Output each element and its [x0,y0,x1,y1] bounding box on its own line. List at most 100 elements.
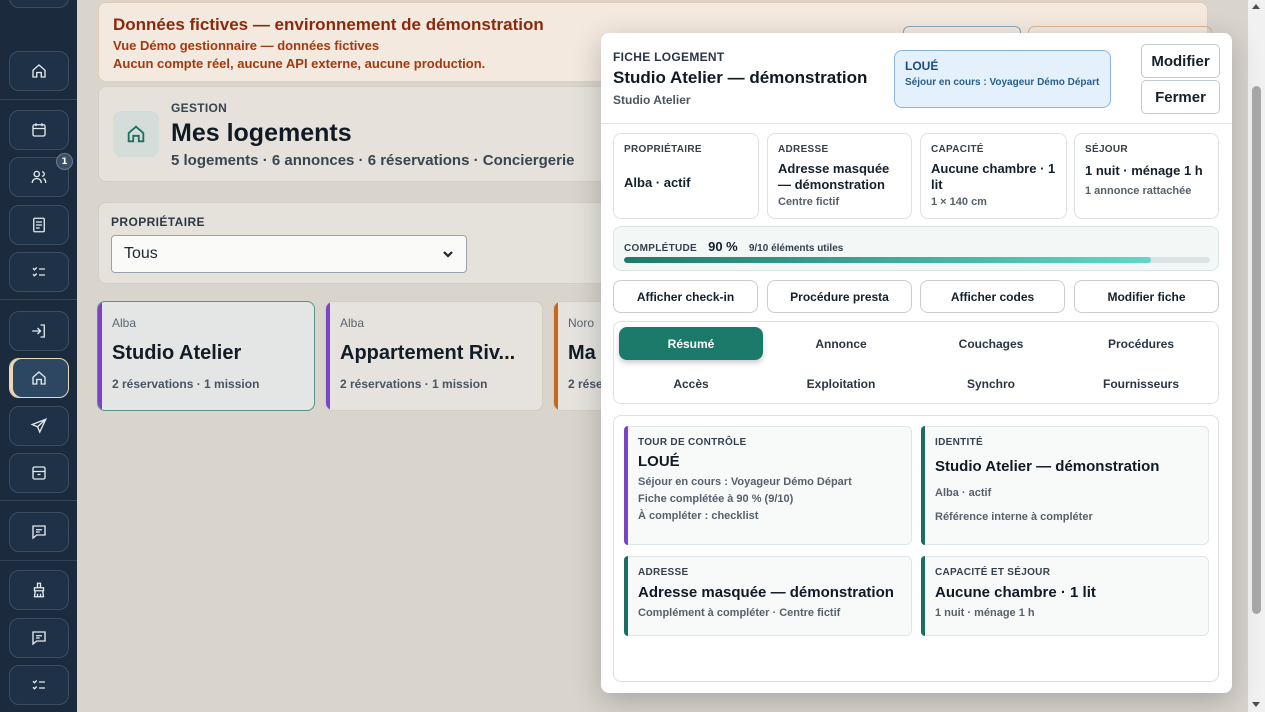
provider-procedure-button[interactable]: Procédure presta [767,280,912,313]
checklist-icon [32,267,45,277]
scroll-up-arrow-icon[interactable] [1252,4,1260,9]
tab-couchages[interactable]: Couchages [919,327,1063,360]
sidebar-toggle-button[interactable] [9,0,69,8]
show-codes-button[interactable]: Afficher codes [920,280,1065,313]
owner-filter: PROPRIÉTAIRE Tous [98,202,608,284]
sidebar: 1 [0,0,77,712]
chevron-down-icon [443,251,453,258]
page-subtitle: 5 logements · 6 annonces · 6 réservation… [171,152,575,169]
listing-accent [98,302,102,410]
completion-progress: COMPLÉTUDE 90 % 9/10 éléments utiles [613,226,1219,271]
tab-procedures[interactable]: Procédures [1069,327,1213,360]
scroll-down-arrow-icon[interactable] [1252,702,1260,707]
modify-button[interactable]: Modifier [1141,44,1220,78]
card-value: Studio Atelier — démonstration [935,458,1160,475]
card-line: Séjour en cours : Voyageur Démo Départ [638,476,852,488]
card-accent [921,426,925,545]
tab-annonce[interactable]: Annonce [769,327,913,360]
calendar-icon [32,123,46,137]
panel-subtitle: Studio Atelier [613,93,691,107]
listing-card[interactable]: Alba Appartement Riv... 2 réservations ·… [325,301,543,411]
card-accent [624,556,628,636]
edit-sheet-button[interactable]: Modifier fiche [1074,280,1219,313]
show-checkin-button[interactable]: Afficher check-in [613,280,758,313]
tab-exploitation[interactable]: Exploitation [769,367,913,400]
sidebar-divider [0,99,77,100]
sidebar-item-tasks[interactable] [9,252,69,292]
sidebar-divider [0,560,77,561]
panel-divider [601,123,1232,124]
status-title: LOUÉ [905,59,939,73]
filter-label: PROPRIÉTAIRE [111,215,205,229]
scrollbar-thumb[interactable] [1252,86,1261,614]
card-line: Fiche complétée à 90 % (9/10) [638,493,794,505]
listing-card[interactable]: Alba Studio Atelier 2 réservations · 1 m… [97,301,315,411]
sidebar-item-documents[interactable] [9,205,69,245]
status-badge: LOUÉ Séjour en cours : Voyageur Démo Dép… [894,50,1111,108]
progress-track [624,257,1210,263]
sidebar-divider [0,299,77,300]
info-label: ADRESSE [778,144,829,155]
sidebar-item-checklists[interactable] [9,665,69,705]
info-value: Adresse masquée — démonstration [778,161,890,192]
page-header-card: GESTION Mes logements 5 logements · 6 an… [98,86,608,182]
document-icon [33,217,45,233]
owner-select[interactable]: Tous [111,235,467,273]
listing-title: Appartement Riv... [340,342,516,364]
tab-bar: Résumé Annonce Couchages Procédures Accè… [613,321,1219,404]
panel-eyebrow: FICHE LOGEMENT [613,50,725,64]
card-label: IDENTITÉ [935,437,983,448]
tab-acces[interactable]: Accès [619,367,763,400]
sidebar-item-archive[interactable] [9,453,69,493]
info-value: Aucune chambre · 1 lit [931,161,1056,192]
identity-card: IDENTITÉ Studio Atelier — démonstration … [921,426,1209,545]
info-owner: PROPRIÉTAIRE Alba · actif [613,133,759,219]
address-card: ADRESSE Adresse masquée — démonstration … [624,556,912,636]
listing-owner: Alba [112,316,137,330]
panel-title: Studio Atelier — démonstration [613,68,868,87]
listing-title: Studio Atelier [112,342,242,364]
owner-select-value: Tous [124,245,158,262]
info-sub: 1 × 140 cm [931,196,987,208]
control-tower-card: TOUR DE CONTRÔLE LOUÉ Séjour en cours : … [624,426,912,545]
tab-synchro[interactable]: Synchro [919,367,1063,400]
card-value: Aucune chambre · 1 lit [935,584,1096,601]
sidebar-item-messages[interactable] [9,512,69,552]
listing-owner: Noro [568,316,595,330]
card-line: Alba · actif [935,487,992,499]
listing-meta: 2 réservations · 1 mission [112,377,260,391]
message-icon [32,631,46,646]
capacity-stay-card: CAPACITÉ ET SÉJOUR Aucune chambre · 1 li… [921,556,1209,636]
tab-fournisseurs[interactable]: Fournisseurs [1069,367,1213,400]
send-icon [30,418,48,434]
summary-content: TOUR DE CONTRÔLE LOUÉ Séjour en cours : … [613,415,1219,682]
card-line: À compléter : checklist [638,510,759,522]
checklist-icon [32,680,45,690]
sidebar-item-checkin[interactable] [9,311,69,351]
info-sub: Centre fictif [778,196,840,208]
listing-meta: 2 réservations · 1 mission [340,377,488,391]
progress-fill [624,257,1152,263]
listing-accent [326,302,330,410]
page-eyebrow: GESTION [171,101,228,115]
sidebar-item-send[interactable] [9,406,69,446]
close-button[interactable]: Fermer [1141,80,1220,114]
sidebar-item-notes[interactable] [9,618,69,658]
completion-detail: 9/10 éléments utiles [748,243,844,254]
listing-owner: Alba [340,316,365,330]
tab-resume[interactable]: Résumé [619,327,763,360]
completion-percent: 90 % [708,239,738,254]
archive-icon [32,466,46,480]
sidebar-item-calendar[interactable] [9,110,69,150]
home-icon [32,371,46,385]
info-capacity: CAPACITÉ Aucune chambre · 1 lit 1 × 140 … [920,133,1067,219]
message-icon [32,525,46,540]
sidebar-item-cleaning[interactable] [9,570,69,610]
notification-badge: 1 [56,153,73,170]
info-value: Alba · actif [624,175,691,190]
listing-accent [554,302,558,410]
sidebar-item-home[interactable] [9,51,69,91]
card-label: ADRESSE [638,567,689,578]
sidebar-item-logements[interactable] [9,358,69,398]
info-address: ADRESSE Adresse masquée — démonstration … [767,133,912,219]
